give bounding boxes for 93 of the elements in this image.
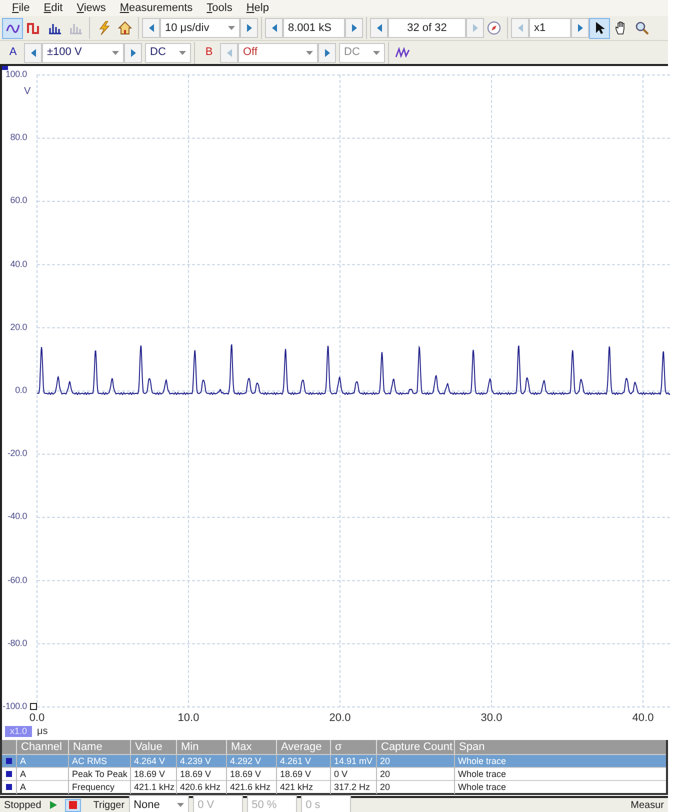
samples-field[interactable]: 8.001 kS bbox=[283, 18, 345, 38]
y-axis-label: -100.0 bbox=[2, 702, 27, 711]
channel-button[interactable]: B bbox=[198, 42, 220, 62]
measurements-button[interactable]: Measur bbox=[630, 798, 664, 812]
y-axis-label: -20.0 bbox=[7, 449, 27, 458]
next-button[interactable] bbox=[240, 18, 258, 38]
magnifier-icon bbox=[634, 21, 648, 35]
right-arrow-icon bbox=[472, 24, 478, 32]
right-arrow-icon bbox=[246, 24, 252, 32]
wave-icon bbox=[395, 46, 411, 60]
timebase-dropdown[interactable]: 10 μs/div bbox=[160, 18, 240, 38]
y-axis-unit: V bbox=[24, 85, 31, 99]
right-arrow-icon bbox=[130, 48, 136, 56]
left-arrow-icon bbox=[272, 24, 276, 32]
menu-item[interactable]: File bbox=[12, 0, 30, 16]
caret-icon bbox=[228, 26, 235, 30]
table-cell: 421.6 kHz bbox=[226, 780, 276, 794]
left-arrow-icon bbox=[30, 48, 36, 56]
tool-button[interactable] bbox=[589, 18, 610, 38]
x-axis-label: 30.0 bbox=[480, 713, 502, 724]
bar-graph-icon bbox=[68, 21, 82, 35]
table-cell: 20 bbox=[376, 780, 454, 794]
table-cell: 421.1 kHz bbox=[130, 780, 176, 794]
buffer-field[interactable]: 32 of 32 bbox=[388, 18, 466, 38]
menu-item[interactable]: Views bbox=[76, 0, 106, 16]
x-axis-label: 40.0 bbox=[632, 713, 654, 724]
table-cell: Whole trace bbox=[454, 780, 666, 794]
measurement-row[interactable]: A Peak To Peak 18.69 V 18.69 V 18.69 V 18.69 V 0 V 20 Whole trace bbox=[2, 767, 666, 780]
zoom-factor-badge: x1.0 bbox=[5, 726, 32, 737]
caret-icon bbox=[179, 50, 186, 54]
y-axis-label: 60.0 bbox=[10, 196, 27, 206]
trigger-label: Trigger bbox=[93, 798, 125, 812]
next-button[interactable] bbox=[318, 42, 336, 62]
right-arrow-icon bbox=[578, 24, 582, 32]
range-dropdown[interactable]: ±100 V bbox=[42, 42, 124, 62]
table-cell: 317.2 Hz bbox=[330, 780, 376, 794]
marker-square bbox=[30, 703, 37, 710]
caret-icon bbox=[176, 803, 184, 807]
previous-button[interactable] bbox=[370, 18, 388, 38]
x-axis-label: 20.0 bbox=[329, 713, 351, 724]
trigger-marker bbox=[2, 66, 8, 70]
table-cell: A bbox=[16, 780, 68, 794]
next-button[interactable] bbox=[571, 18, 589, 38]
caret-icon bbox=[373, 50, 380, 54]
right-arrow-icon bbox=[324, 48, 330, 56]
status-text: Stopped bbox=[4, 798, 42, 812]
left-arrow-icon bbox=[518, 24, 522, 32]
y-axis-label: 0.0 bbox=[15, 386, 27, 395]
next-button[interactable] bbox=[124, 42, 142, 62]
table-cell: Frequency bbox=[68, 780, 130, 794]
y-axis-label: 80.0 bbox=[10, 133, 27, 142]
hand-icon bbox=[614, 21, 628, 35]
lightning-icon bbox=[98, 21, 110, 35]
stop-icon bbox=[69, 801, 78, 809]
table-cell: 420.6 kHz bbox=[176, 780, 226, 794]
coupling-dropdown[interactable]: DC bbox=[145, 42, 191, 62]
right-arrow-icon bbox=[352, 24, 356, 32]
x-axis-unit: μs bbox=[37, 726, 48, 737]
menu-item[interactable]: Measurements bbox=[120, 0, 193, 16]
range-dropdown[interactable]: Off bbox=[238, 42, 318, 62]
previous-button[interactable] bbox=[24, 42, 42, 62]
menu-item[interactable]: Edit bbox=[44, 0, 63, 16]
menu-item[interactable]: Help bbox=[246, 0, 269, 16]
y-axis-label: -40.0 bbox=[7, 512, 27, 522]
play-icon bbox=[50, 801, 57, 809]
left-arrow-icon bbox=[226, 48, 232, 56]
left-arrow-icon bbox=[376, 24, 382, 32]
pulse-icon bbox=[26, 21, 40, 35]
y-axis-label: -80.0 bbox=[7, 638, 27, 648]
previous-button[interactable] bbox=[265, 18, 283, 38]
pointer-icon bbox=[594, 21, 606, 35]
x-axis-label: 0.0 bbox=[29, 713, 45, 724]
measurement-row[interactable]: A Frequency 421.1 kHz 420.6 kHz 421.6 kHz 421 kHz 317.2 Hz 20 Whole trace bbox=[2, 780, 666, 793]
next-button[interactable] bbox=[345, 18, 363, 38]
zoom-field[interactable]: x1 bbox=[529, 18, 571, 38]
y-axis-label: -60.0 bbox=[7, 576, 27, 585]
menu-item[interactable]: Tools bbox=[206, 0, 232, 16]
compass-icon bbox=[487, 21, 501, 35]
table-cell: 421 kHz bbox=[276, 780, 330, 794]
stop-button[interactable] bbox=[65, 798, 82, 812]
house-icon bbox=[118, 21, 132, 35]
y-axis-label: 40.0 bbox=[10, 260, 27, 269]
trigger-mode-dropdown[interactable]: None bbox=[128, 795, 189, 812]
x-axis-label: 10.0 bbox=[178, 713, 200, 724]
view-mode-button[interactable] bbox=[2, 18, 23, 38]
caret-icon bbox=[306, 50, 313, 54]
y-axis-label: 100.0 bbox=[5, 70, 27, 79]
caret-icon bbox=[112, 50, 119, 54]
channel-button[interactable]: A bbox=[2, 42, 24, 62]
y-axis-label: 20.0 bbox=[10, 322, 27, 332]
previous-button[interactable] bbox=[142, 18, 160, 38]
bar-graph-icon bbox=[48, 21, 62, 35]
left-arrow-icon bbox=[148, 24, 154, 32]
